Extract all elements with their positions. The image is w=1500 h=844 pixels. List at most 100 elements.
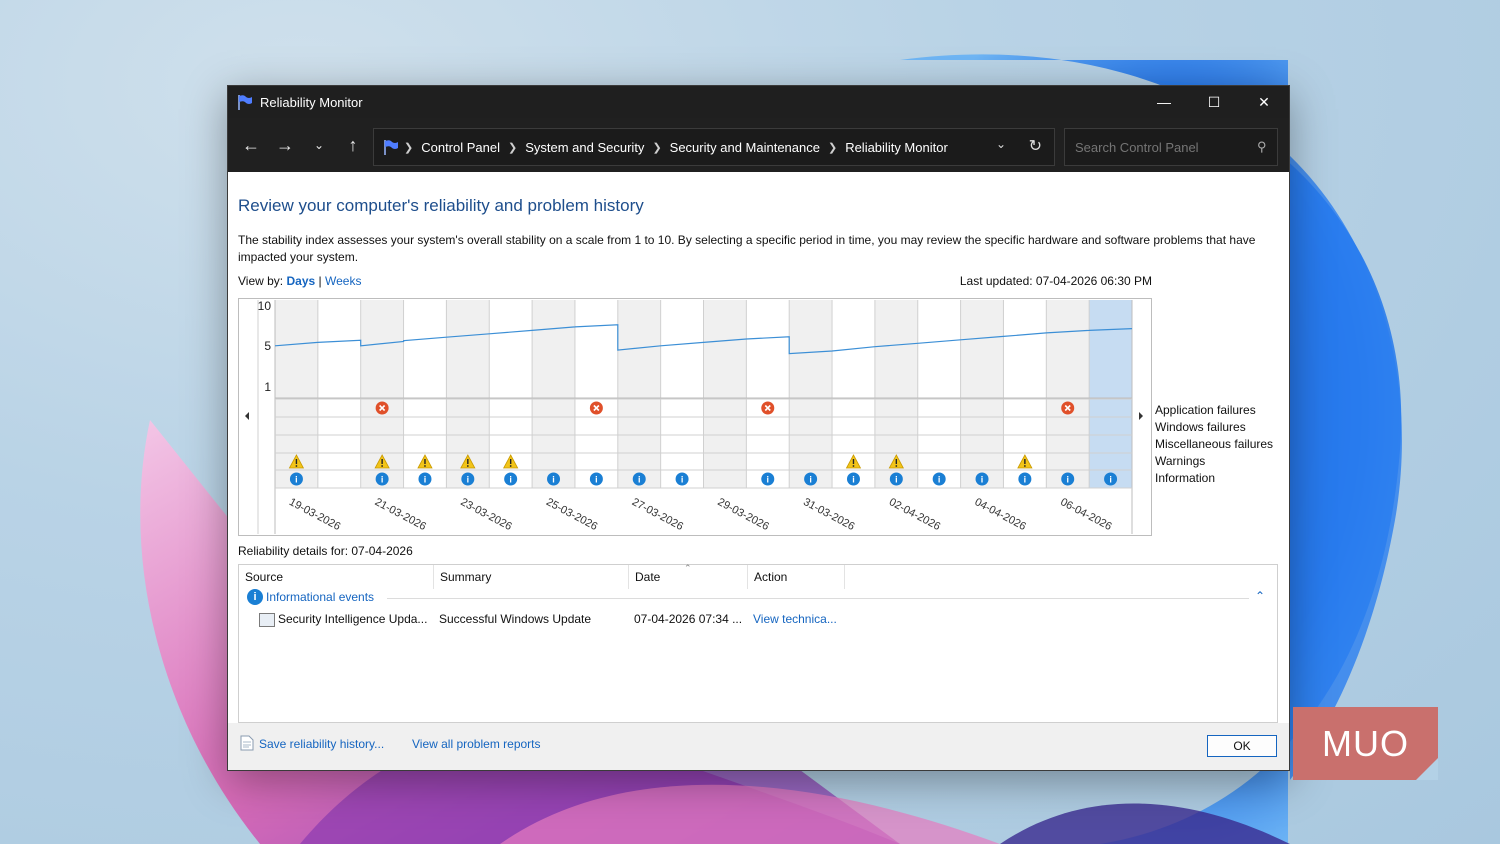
warning-dot	[852, 465, 855, 467]
group-divider	[387, 598, 1249, 599]
up-arrow-icon[interactable]: ↑	[336, 128, 370, 162]
maximize-button[interactable]: ☐	[1189, 86, 1239, 118]
view-technical-details-link[interactable]: View technica...	[753, 612, 837, 626]
warning-dot	[424, 465, 426, 467]
column-action[interactable]: Action	[748, 565, 845, 589]
back-arrow-icon[interactable]: ←	[234, 128, 268, 162]
chart-column	[960, 300, 1004, 488]
address-flag-icon	[384, 140, 398, 155]
close-button[interactable]: ✕	[1239, 86, 1289, 118]
information-glyph: i	[552, 475, 555, 485]
information-glyph: i	[509, 475, 512, 485]
sort-ascending-icon: ⌃	[684, 563, 692, 573]
legend-windows-failures: Windows failures	[1155, 420, 1246, 434]
search-box[interactable]: ⚲	[1064, 128, 1278, 166]
muo-watermark-logo: MUO	[1293, 707, 1438, 780]
search-input[interactable]	[1073, 138, 1257, 156]
page-heading: Review your computer's reliability and p…	[238, 196, 644, 215]
view-by-label: View by:	[238, 274, 284, 288]
window-title: Reliability Monitor	[260, 94, 363, 110]
address-dropdown-chevron-icon[interactable]: ⌄	[996, 137, 1006, 151]
column-summary[interactable]: Summary	[434, 565, 629, 589]
breadcrumb-system-and-security[interactable]: System and Security	[525, 140, 644, 155]
information-glyph: i	[1109, 475, 1112, 485]
address-bar[interactable]: ❯ Control Panel ❯ System and Security ❯ …	[373, 128, 1055, 166]
search-icon[interactable]: ⚲	[1257, 139, 1267, 155]
chart-column	[789, 300, 833, 488]
information-glyph: i	[809, 475, 812, 485]
chart-column	[746, 300, 790, 488]
information-glyph: i	[1024, 475, 1027, 485]
information-glyph: i	[852, 475, 855, 485]
legend-application-failures: Application failures	[1155, 403, 1256, 417]
collapse-chevron-icon[interactable]: ⌃	[1255, 589, 1265, 603]
view-days-link[interactable]: Days	[286, 274, 315, 288]
column-date[interactable]: Date ⌃	[629, 563, 748, 589]
chart-legend: Application failures Windows failures Mi…	[1155, 402, 1273, 487]
information-glyph: i	[895, 475, 898, 485]
save-document-icon	[240, 735, 254, 751]
group-label: Informational events	[266, 590, 375, 604]
y-tick-label: 5	[264, 339, 271, 353]
breadcrumb-control-panel[interactable]: Control Panel	[421, 140, 500, 155]
warning-dot	[1023, 465, 1026, 467]
column-date-label: Date	[635, 570, 661, 584]
chart-column	[617, 300, 661, 488]
information-glyph: i	[381, 475, 384, 485]
information-icon: i	[247, 589, 263, 605]
minimize-button[interactable]: —	[1139, 86, 1189, 118]
chevron-right-icon: ❯	[508, 141, 518, 154]
ok-button[interactable]: OK	[1207, 735, 1277, 757]
window-footer: Save reliability history... View all pro…	[228, 723, 1289, 770]
information-glyph: i	[424, 475, 427, 485]
chevron-right-icon: ❯	[404, 141, 414, 154]
watermark-text: MUO	[1322, 722, 1409, 764]
chart-column	[317, 300, 361, 488]
view-weeks-link[interactable]: Weeks	[325, 274, 361, 288]
forward-arrow-icon[interactable]: →	[268, 128, 302, 162]
information-glyph: i	[595, 475, 598, 485]
chart-column	[1089, 300, 1132, 488]
row-date: 07-04-2026 07:34 ...	[634, 612, 743, 626]
y-tick-label: 1	[264, 380, 271, 394]
chart-column	[660, 300, 704, 488]
chart-column	[917, 300, 961, 488]
legend-warnings: Warnings	[1155, 454, 1206, 468]
reliability-details-label: Reliability details for: 07-04-2026	[238, 544, 413, 558]
information-glyph: i	[295, 475, 298, 485]
refresh-icon[interactable]: ↻	[1029, 136, 1042, 156]
information-glyph: i	[1066, 475, 1069, 485]
save-reliability-history-link[interactable]: Save reliability history...	[259, 737, 384, 751]
information-glyph: i	[938, 475, 941, 485]
informational-events-group[interactable]: i Informational events	[247, 589, 374, 605]
chevron-right-icon: ❯	[652, 141, 662, 154]
information-glyph: i	[681, 475, 684, 485]
legend-information: Information	[1155, 471, 1216, 485]
row-summary: Successful Windows Update	[439, 612, 592, 626]
warning-dot	[381, 465, 384, 467]
recent-locations-chevron-icon[interactable]: ⌄	[302, 128, 336, 162]
stability-chart[interactable]: 1051i i i i i i i i i i i i i i i i i i19-03-2026 21-03-20…	[238, 298, 1152, 536]
information-glyph: i	[467, 475, 470, 485]
breadcrumb-security-and-maintenance[interactable]: Security and Maintenance	[670, 140, 820, 155]
view-all-problem-reports-link[interactable]: View all problem reports	[412, 737, 541, 751]
chart-column	[703, 300, 747, 488]
breadcrumb-reliability-monitor[interactable]: Reliability Monitor	[845, 140, 948, 155]
view-by-selector: View by: Days | Weeks	[238, 274, 361, 288]
main-content: Review your computer's reliability and p…	[228, 172, 1289, 723]
table-row[interactable]: Security Intelligence Upda... Successful…	[239, 612, 1277, 630]
reliability-flag-icon	[238, 95, 252, 110]
chevron-right-icon: ❯	[827, 141, 838, 154]
page-description: The stability index assesses your system…	[238, 233, 1256, 264]
warning-dot	[509, 465, 512, 467]
y-tick-label: 10	[258, 299, 272, 313]
chart-column	[1046, 300, 1090, 488]
column-source[interactable]: Source	[239, 565, 434, 589]
warning-dot	[895, 465, 898, 467]
row-source: Security Intelligence Upda...	[278, 612, 428, 626]
view-separator: |	[318, 274, 322, 288]
table-header: Source Summary Date ⌃ Action	[239, 563, 1277, 590]
warning-dot	[466, 465, 469, 467]
information-glyph: i	[638, 475, 641, 485]
warning-dot	[295, 465, 298, 467]
